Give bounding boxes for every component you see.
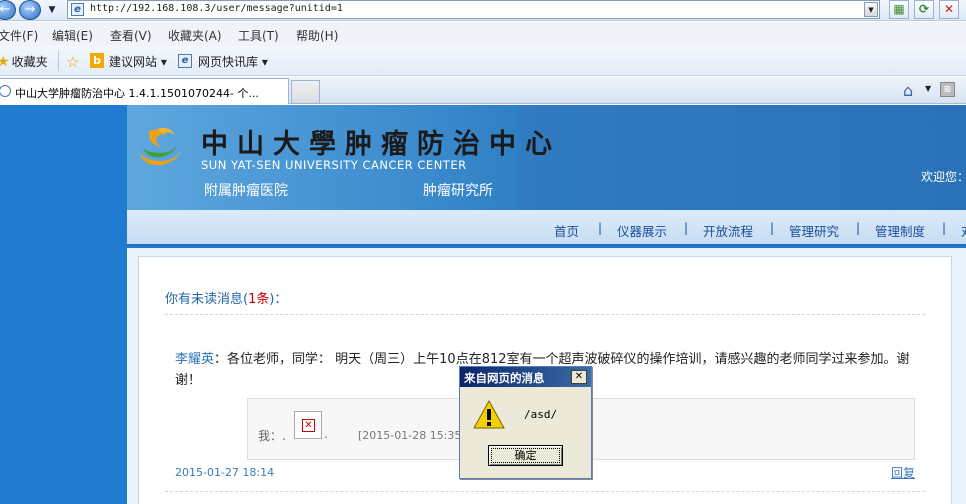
nav-separator: | bbox=[942, 221, 947, 235]
menu-help[interactable]: 帮助(H) bbox=[296, 27, 338, 44]
new-tab-button[interactable] bbox=[291, 80, 320, 104]
menu-edit[interactable]: 编辑(E) bbox=[52, 27, 93, 44]
main-nav: 首页 | 仪器展示 | 开放流程 | 管理研究 | 管理制度 | 对 bbox=[127, 210, 966, 246]
page-icon: e bbox=[71, 3, 84, 16]
menu-favorites[interactable]: 收藏夹(A) bbox=[168, 27, 222, 44]
nav-separator: | bbox=[598, 221, 603, 235]
home-icon[interactable]: ⌂ bbox=[903, 81, 913, 100]
reply-author: 我：. bbox=[258, 429, 286, 443]
back-button[interactable]: ← bbox=[0, 0, 16, 20]
tab-bar: 中山大学肿瘤防治中心 1.4.1.1501070244- 个... ⌂ ▼ ≋ bbox=[0, 77, 966, 104]
reply-date: [2015-01-28 15:35 bbox=[358, 429, 462, 442]
url-dropdown-icon[interactable]: ▼ bbox=[864, 2, 878, 17]
nav-separator: | bbox=[856, 221, 861, 235]
welcome-text: 欢迎您： bbox=[921, 170, 966, 184]
message-date: 2015-01-27 18:14 bbox=[175, 466, 275, 479]
bing-icon: b bbox=[90, 53, 104, 68]
favorites-label: 收藏夹 bbox=[11, 55, 48, 69]
ie-page-icon: e bbox=[178, 54, 192, 68]
divider bbox=[165, 314, 925, 315]
logo-institute: 肿瘤研究所 bbox=[423, 183, 493, 199]
site-header: 中山大學肿瘤防治中心 SUN YAT-SEN UNIVERSITY CANCER… bbox=[127, 105, 966, 210]
logo-english-name: SUN YAT-SEN UNIVERSITY CANCER CENTER bbox=[201, 158, 467, 172]
cancer-center-logo-icon bbox=[139, 127, 181, 166]
nav-management-research[interactable]: 管理研究 bbox=[789, 221, 839, 240]
unread-suffix: )： bbox=[269, 292, 288, 307]
nav-separator: | bbox=[770, 221, 775, 235]
home-dropdown-icon[interactable]: ▼ bbox=[925, 84, 931, 93]
menu-view[interactable]: 查看(V) bbox=[110, 27, 152, 44]
menu-bar: 文件(F) 编辑(E) 查看(V) 收藏夹(A) 工具(T) 帮助(H) bbox=[0, 22, 966, 46]
dialog-title: 来自网页的消息 bbox=[464, 371, 545, 385]
nav-management-rules[interactable]: 管理制度 bbox=[875, 221, 925, 240]
tab-active[interactable]: 中山大学肿瘤防治中心 1.4.1.1501070244- 个... bbox=[0, 78, 289, 104]
logo-hospital: 附属肿瘤医院 bbox=[204, 183, 288, 199]
forward-button[interactable]: → bbox=[19, 0, 41, 20]
site-logo[interactable]: 中山大學肿瘤防治中心 SUN YAT-SEN UNIVERSITY CANCER… bbox=[127, 105, 552, 210]
nav-home[interactable]: 首页 bbox=[554, 221, 579, 240]
favorites-button[interactable]: ★ 收藏夹 bbox=[0, 53, 48, 70]
ok-button[interactable]: 确定 bbox=[488, 445, 563, 466]
divider bbox=[165, 491, 925, 492]
alert-dialog: 来自网页的消息 ✕ /asd/ 确定 bbox=[459, 366, 592, 479]
favorites-bar: ★ 收藏夹 ☆ b 建议网站 ▾ e 网页快讯库 ▾ bbox=[0, 46, 966, 76]
reply-suffix: . bbox=[324, 427, 328, 441]
suggested-sites-button[interactable]: 建议网站 ▾ bbox=[109, 53, 167, 70]
separator bbox=[58, 51, 59, 71]
close-icon[interactable]: ✕ bbox=[571, 370, 587, 384]
dialog-message: /asd/ bbox=[524, 408, 558, 421]
menu-tools[interactable]: 工具(T) bbox=[238, 27, 279, 44]
nav-open-process[interactable]: 开放流程 bbox=[703, 221, 753, 240]
url-text[interactable]: http://192.168.108.3/user/message?unitid… bbox=[90, 3, 343, 14]
tab-title: 中山大学肿瘤防治中心 1.4.1.1501070244- 个... bbox=[15, 87, 259, 100]
rss-feed-icon[interactable]: ≋ bbox=[940, 82, 955, 97]
broken-image-icon: ✕ bbox=[294, 411, 322, 439]
dialog-titlebar[interactable]: 来自网页的消息 ✕ bbox=[460, 367, 591, 387]
nav-instruments[interactable]: 仪器展示 bbox=[617, 221, 667, 240]
author-colon: ： bbox=[214, 352, 228, 367]
url-field[interactable]: e http://192.168.108.3/user/message?unit… bbox=[67, 0, 880, 19]
message-author[interactable]: 李耀英 bbox=[175, 352, 214, 367]
address-bar: ← → ▼ e http://192.168.108.3/user/messag… bbox=[0, 0, 966, 21]
nav-separator: | bbox=[684, 221, 689, 235]
add-favorite-icon[interactable]: ☆ bbox=[66, 53, 79, 71]
unread-heading: 你有未读消息(1条)： bbox=[165, 288, 287, 307]
warning-icon bbox=[473, 399, 505, 429]
reply-link[interactable]: 回复 bbox=[891, 464, 915, 481]
web-slice-gallery-button[interactable]: 网页快讯库 ▾ bbox=[198, 53, 268, 70]
logo-chinese-name: 中山大學肿瘤防治中心 bbox=[201, 129, 561, 160]
refresh-button[interactable]: ⟳ bbox=[914, 0, 934, 19]
unread-prefix: 你有未读消息( bbox=[165, 292, 249, 307]
stop-button[interactable]: ✕ bbox=[939, 0, 959, 19]
star-icon: ★ bbox=[0, 54, 10, 70]
history-dropdown-icon[interactable]: ▼ bbox=[45, 2, 59, 18]
loading-icon bbox=[0, 85, 11, 97]
menu-file[interactable]: 文件(F) bbox=[0, 27, 38, 44]
unread-count: 1条 bbox=[248, 292, 270, 307]
compatibility-view-icon[interactable]: ▦ bbox=[889, 0, 909, 19]
nav-more[interactable]: 对 bbox=[961, 221, 966, 240]
